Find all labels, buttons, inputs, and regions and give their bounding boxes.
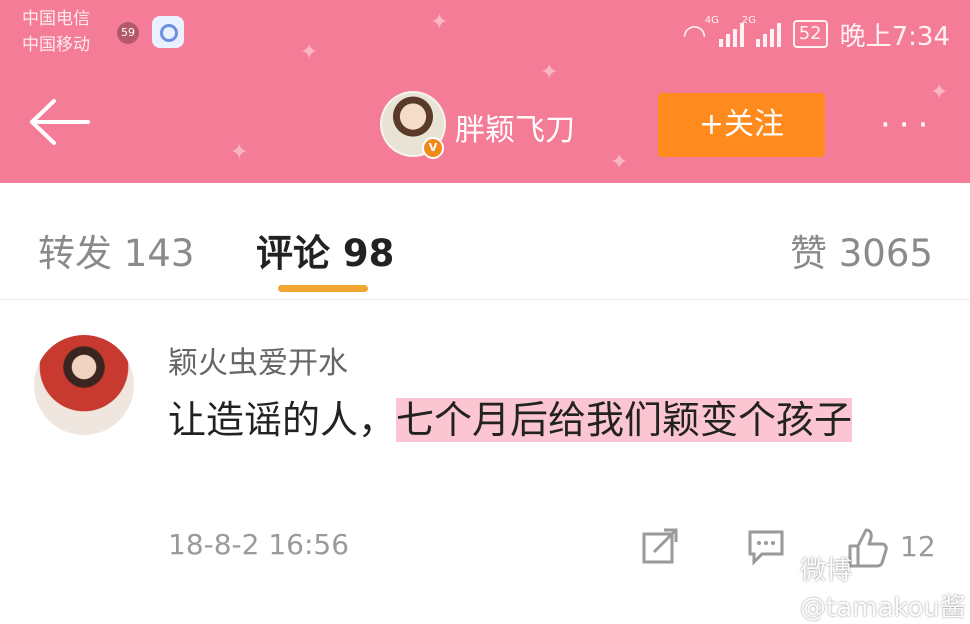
signal-icon: 2G [742, 15, 781, 47]
header-username[interactable]: 胖颖飞刀 [455, 105, 575, 149]
active-tab-indicator [278, 285, 368, 292]
watermark: 微博 @tamakou酱 [800, 556, 966, 623]
nav-bar: V 胖颖飞刀 +关注 ··· [0, 85, 970, 165]
wifi-icon: ◠ [682, 17, 707, 51]
tab-likes[interactable]: 赞 3065 [790, 223, 933, 277]
signal-label: 4G [704, 15, 719, 26]
status-bar: 中国电信 中国移动 59 ◠ 4G 2G 52 晚上7:34 [0, 0, 970, 70]
tab-reposts[interactable]: 转发 143 [38, 223, 194, 277]
time-label: 晚上7:34 [839, 21, 950, 52]
share-icon[interactable] [640, 526, 680, 566]
tab-comments[interactable]: 评论 98 [256, 223, 394, 277]
commenter-name[interactable]: 颖火虫爱开水 [168, 338, 348, 382]
profile-header: ✦ ✦ ✦ ✦ ✦ ✦ 中国电信 中国移动 59 ◠ 4G 2G 52 晚上7:… [0, 0, 970, 183]
verified-badge-icon: V [422, 137, 444, 159]
comment-text-plain: 让造谣的人， [168, 398, 397, 442]
more-options-icon[interactable]: ··· [880, 105, 936, 145]
back-arrow-icon[interactable] [28, 97, 92, 147]
carrier-1: 中国电信 [22, 9, 90, 29]
commenter-avatar[interactable] [34, 335, 134, 435]
comment-text: 让造谣的人，七个月后给我们颖变个孩子 [168, 393, 928, 447]
follow-button[interactable]: +关注 [658, 93, 825, 157]
signal-icon: 4G [705, 15, 744, 47]
post-tabs: 转发 143 评论 98 赞 3065 [0, 183, 970, 300]
comment-timestamp: 18-8-2 16:56 [168, 528, 350, 561]
status-right: ◠ 4G 2G 52 晚上7:34 [682, 14, 950, 54]
signal-label: 2G [741, 15, 756, 26]
carrier-info: 中国电信 中国移动 [22, 6, 90, 58]
reply-icon[interactable] [746, 526, 786, 566]
app-notification-icon [152, 16, 184, 48]
carrier-2: 中国移动 [22, 35, 90, 55]
battery-icon: 52 [792, 20, 828, 48]
notification-badge-icon: 59 [117, 22, 139, 44]
comment-text-highlight: 七个月后给我们颖变个孩子 [396, 398, 853, 442]
